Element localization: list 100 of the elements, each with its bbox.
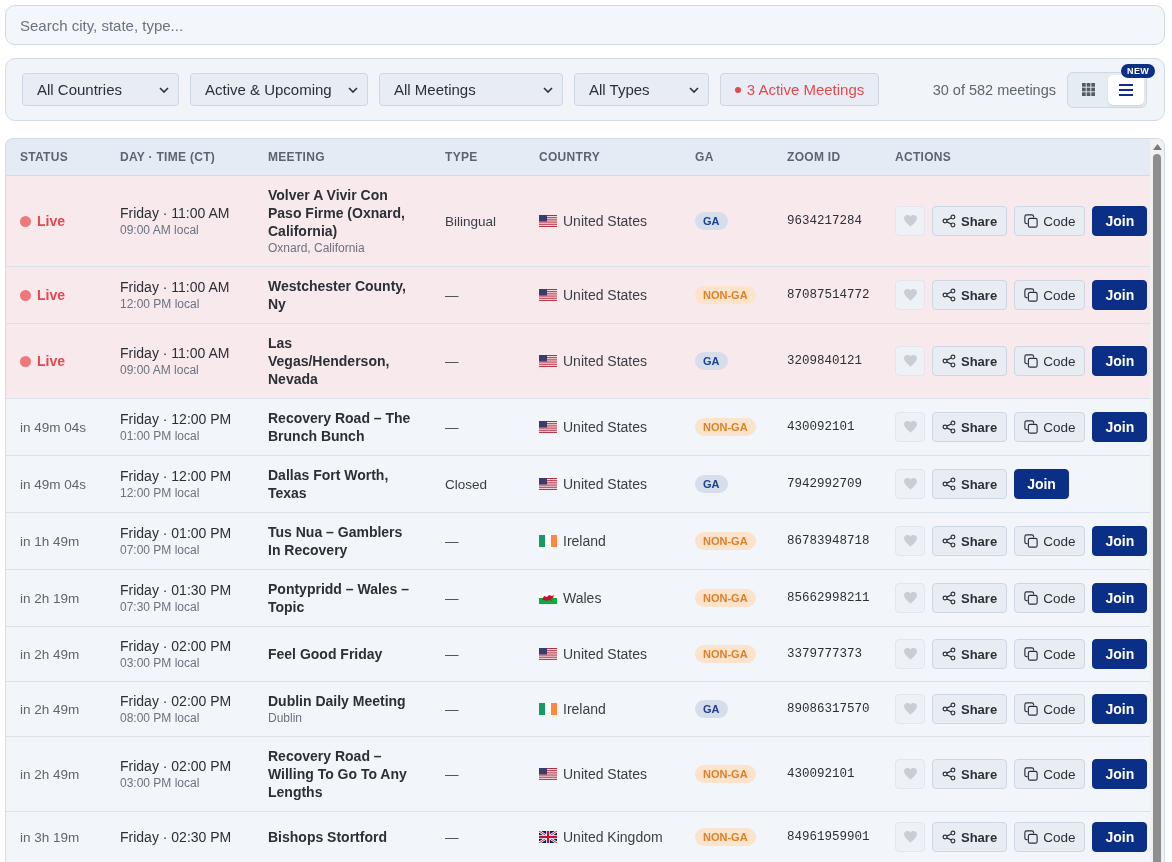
search-field[interactable]: Search city, state, type... xyxy=(5,5,1165,45)
dropdown-select[interactable]: Active & Upcoming xyxy=(190,73,368,106)
join-button[interactable]: Join xyxy=(1014,469,1069,499)
share-icon xyxy=(942,214,956,228)
meeting-time: Friday · 11:00 AM xyxy=(120,344,230,362)
meeting-time: Friday · 02:00 PM xyxy=(120,757,232,775)
scroll-up-icon[interactable] xyxy=(1152,144,1162,150)
code-button[interactable]: Code xyxy=(1014,412,1086,442)
share-button[interactable]: Share xyxy=(932,346,1008,376)
meeting-time: Friday · 12:00 PM xyxy=(120,410,232,428)
code-button[interactable]: Code xyxy=(1014,583,1086,613)
local-time: 09:00 AM local xyxy=(120,362,199,378)
join-button[interactable]: Join xyxy=(1092,822,1148,852)
chevron-down-icon xyxy=(689,86,699,93)
local-time: 07:00 PM local xyxy=(120,542,200,558)
meeting-name: Las Vegas/Henderson, Nevada xyxy=(268,334,391,388)
favorite-button[interactable] xyxy=(895,280,925,310)
status-text: in 2h 19m xyxy=(20,590,80,606)
share-button[interactable]: Share xyxy=(932,412,1008,442)
join-button[interactable]: Join xyxy=(1092,206,1148,236)
favorite-button[interactable] xyxy=(895,412,925,442)
meeting-type: Bilingual xyxy=(445,213,497,229)
code-button[interactable]: Code xyxy=(1014,206,1086,236)
share-icon xyxy=(942,830,956,844)
code-button[interactable]: Code xyxy=(1014,346,1086,376)
country-name: United States xyxy=(563,646,648,662)
dropdown-select[interactable]: All Countries xyxy=(22,73,179,106)
meeting-type: — xyxy=(445,533,459,549)
meeting-type: — xyxy=(445,701,459,717)
heart-icon xyxy=(903,703,917,715)
status-text: in 2h 49m xyxy=(20,766,80,782)
meeting-count: 30 of 582 meetings xyxy=(932,81,1056,98)
zoom-id: 430092101 xyxy=(787,420,855,434)
join-button[interactable]: Join xyxy=(1092,583,1148,613)
zoom-id: 9634217284 xyxy=(787,214,862,228)
share-button[interactable]: Share xyxy=(932,694,1008,724)
meeting-time: Friday · 01:30 PM xyxy=(120,581,232,599)
zoom-id: 3379777373 xyxy=(787,647,862,661)
code-button[interactable]: Code xyxy=(1014,822,1086,852)
share-button[interactable]: Share xyxy=(932,206,1008,236)
favorite-button[interactable] xyxy=(895,346,925,376)
dropdown-select[interactable]: All Types xyxy=(574,73,709,106)
join-button[interactable]: Join xyxy=(1092,694,1148,724)
favorite-button[interactable] xyxy=(895,583,925,613)
copy-icon xyxy=(1024,830,1039,844)
join-button[interactable]: Join xyxy=(1092,412,1148,442)
join-button[interactable]: Join xyxy=(1092,759,1148,789)
ga-badge: GA xyxy=(695,352,728,370)
chevron-down-icon xyxy=(543,86,553,93)
code-button[interactable]: Code xyxy=(1014,694,1086,724)
share-button[interactable]: Share xyxy=(932,822,1008,852)
local-time: 01:00 PM local xyxy=(120,428,200,444)
zoom-id: 3209840121 xyxy=(787,354,862,368)
scrollbar-thumb[interactable] xyxy=(1153,154,1161,862)
scrollbar[interactable] xyxy=(1150,139,1164,862)
favorite-button[interactable] xyxy=(895,694,925,724)
join-button[interactable]: Join xyxy=(1092,639,1148,669)
share-button[interactable]: Share xyxy=(932,759,1008,789)
code-button[interactable]: Code xyxy=(1014,759,1086,789)
favorite-button[interactable] xyxy=(895,526,925,556)
ga-badge: NON-GA xyxy=(695,645,756,663)
share-button[interactable]: Share xyxy=(932,280,1008,310)
chevron-down-icon xyxy=(159,86,169,93)
country-name: United States xyxy=(563,213,648,229)
join-button[interactable]: Join xyxy=(1092,346,1148,376)
share-button[interactable]: Share xyxy=(932,639,1008,669)
join-button[interactable]: Join xyxy=(1092,280,1148,310)
favorite-button[interactable] xyxy=(895,759,925,789)
column-header: COUNTRY xyxy=(539,150,601,164)
ga-badge: NON-GA xyxy=(695,286,756,304)
copy-icon xyxy=(1024,534,1039,548)
favorite-button[interactable] xyxy=(895,206,925,236)
meeting-name: Tus Nua – Gamblers In Recovery xyxy=(268,523,404,559)
grid-icon xyxy=(1081,83,1095,96)
share-button[interactable]: Share xyxy=(932,469,1008,499)
status-text: in 3h 19m xyxy=(20,829,80,845)
favorite-button[interactable] xyxy=(895,822,925,852)
join-button[interactable]: Join xyxy=(1092,526,1148,556)
favorite-button[interactable] xyxy=(895,639,925,669)
country-name: United States xyxy=(563,419,648,435)
zoom-id: 85662998211 xyxy=(787,591,870,605)
meeting-type: — xyxy=(445,287,459,303)
meeting-time: Friday · 01:00 PM xyxy=(120,524,232,542)
zoom-id: 86783948718 xyxy=(787,534,870,548)
column-header: ZOOM ID xyxy=(787,150,842,164)
heart-icon xyxy=(903,648,917,660)
list-view-button[interactable] xyxy=(1108,74,1144,105)
chevron-down-icon xyxy=(348,86,358,93)
meeting-name: Recovery Road – The Brunch Bunch xyxy=(268,409,412,445)
code-button[interactable]: Code xyxy=(1014,639,1086,669)
zoom-id: 87087514772 xyxy=(787,288,870,302)
heart-icon xyxy=(903,831,917,843)
share-button[interactable]: Share xyxy=(932,583,1008,613)
code-button[interactable]: Code xyxy=(1014,280,1086,310)
code-button[interactable]: Code xyxy=(1014,526,1086,556)
share-button[interactable]: Share xyxy=(932,526,1008,556)
heart-icon xyxy=(903,289,917,301)
meeting-location: Dublin xyxy=(268,710,303,726)
dropdown-select[interactable]: All Meetings xyxy=(379,73,563,106)
favorite-button[interactable] xyxy=(895,469,925,499)
